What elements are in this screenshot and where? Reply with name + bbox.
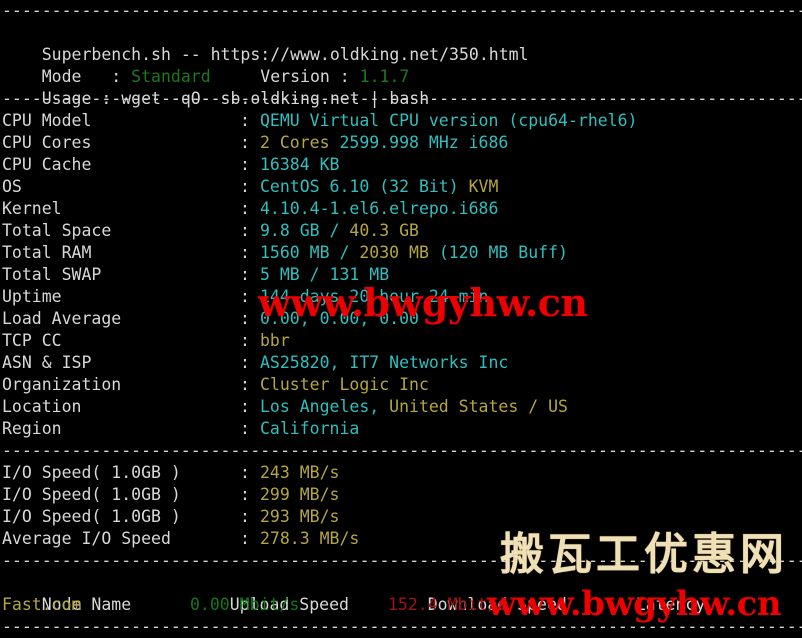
separator-top: ----------------------------------------… bbox=[2, 1, 802, 20]
speedtest-node-name: Fast.com bbox=[2, 595, 82, 614]
io-speed-label: Average I/O Speed bbox=[2, 529, 171, 548]
header-title-line: Superbench.sh -- https://www.oldking.net… bbox=[0, 22, 802, 64]
io-speed-label: I/O Speed( 1.0GB ) bbox=[2, 485, 181, 504]
info-row: Kernel:4.10.4-1.el6.elrepo.i686 bbox=[0, 198, 802, 220]
info-row-value-primary: 144 days 20 hour 24 min bbox=[260, 287, 489, 306]
header-usage-line: Usage : wget -qO- sb.oldking.net | bash bbox=[0, 66, 802, 108]
info-row: Total Space:9.8 GB / 40.3 GB bbox=[0, 220, 802, 242]
info-row-colon: : bbox=[240, 199, 250, 218]
system-info-block: CPU Model: QEMU Virtual CPU version (cpu6… bbox=[0, 110, 802, 440]
info-row-label: CPU Cache bbox=[2, 155, 92, 174]
info-row-value-primary: QEMU Virtual CPU version (cpu64-rhel6) bbox=[260, 111, 638, 130]
info-row-label: OS bbox=[2, 177, 22, 196]
info-row-colon: : bbox=[240, 265, 250, 284]
info-row-colon: : bbox=[240, 353, 250, 372]
info-row: TCP CC: bbr bbox=[0, 330, 802, 352]
speedtest-upload-speed: 0.00 Mbit/s bbox=[190, 595, 300, 614]
info-row-value-primary: 9.8 GB / bbox=[260, 221, 350, 240]
info-row-label: Organization bbox=[2, 375, 122, 394]
io-speed-row: I/O Speed( 1.0GB ):293 MB/s bbox=[0, 506, 802, 528]
info-row-label: Location bbox=[2, 397, 82, 416]
info-row-value-tertiary: (120 MB Buff) bbox=[428, 243, 568, 262]
info-row: Organization: Cluster Logic Inc bbox=[0, 374, 802, 396]
info-row-label: CPU Cores bbox=[2, 133, 92, 152]
info-row-value-primary: 1560 MB / bbox=[260, 243, 360, 262]
io-speed-label: I/O Speed( 1.0GB ) bbox=[2, 463, 181, 482]
info-row-colon: : bbox=[240, 375, 250, 394]
info-row-label: CPU Model bbox=[2, 111, 92, 130]
info-row: Region: California bbox=[0, 418, 802, 440]
info-row: ASN & ISP: AS25820, IT7 Networks Inc bbox=[0, 352, 802, 374]
info-row-value-secondary: KVM bbox=[468, 177, 499, 196]
io-speed-value: 278.3 MB/s bbox=[260, 529, 360, 548]
info-row-colon: : bbox=[240, 309, 250, 328]
info-row-value-secondary: 2599.998 MHz i686 bbox=[339, 133, 509, 152]
info-row-colon: : bbox=[240, 133, 250, 152]
info-row-label: TCP CC bbox=[2, 331, 62, 350]
info-row-label: Total RAM bbox=[2, 243, 92, 262]
info-row-value-primary: 16384 KB bbox=[260, 155, 340, 174]
info-row-value-primary: 2 Cores bbox=[260, 133, 340, 152]
header-mode-line: Mode : Standard Version : 1.1.7 bbox=[0, 44, 802, 86]
info-row-colon: : bbox=[240, 331, 250, 350]
info-row-label: Load Average bbox=[2, 309, 122, 328]
info-row-colon: : bbox=[240, 177, 250, 196]
info-row-value-secondary: 2030 MB bbox=[359, 243, 429, 262]
io-speed-value: 293 MB/s bbox=[260, 507, 340, 526]
info-row-value-primary: 5 MB / 131 MB bbox=[260, 265, 390, 284]
info-row-label: Total Space bbox=[2, 221, 112, 240]
info-row-value-primary: AS25820, IT7 Networks Inc bbox=[260, 353, 509, 372]
speedtest-row: Fast.com 0.00 Mbit/s 152.4 Mbit/s bbox=[0, 594, 802, 616]
terminal-window: ----------------------------------------… bbox=[0, 0, 802, 636]
io-speed-row: Average I/O Speed:278.3 MB/s bbox=[0, 528, 802, 550]
info-row: Uptime:144 days 20 hour 24 min bbox=[0, 286, 802, 308]
info-row: Total SWAP:5 MB / 131 MB bbox=[0, 264, 802, 286]
info-row-value-primary: California bbox=[260, 419, 360, 438]
info-row-value-secondary: United States / US bbox=[389, 397, 568, 416]
info-row-label: Kernel bbox=[2, 199, 62, 218]
io-speed-row: I/O Speed( 1.0GB ):299 MB/s bbox=[0, 484, 802, 506]
info-row: CPU Cache:16384 KB bbox=[0, 154, 802, 176]
separator-before-speedtest: ----------------------------------------… bbox=[2, 551, 802, 570]
io-speed-colon: : bbox=[240, 529, 250, 548]
info-row-colon: : bbox=[240, 287, 250, 306]
usage-text: Usage : wget -qO- sb.oldking.net | bash bbox=[41, 89, 430, 108]
info-row-colon: : bbox=[240, 111, 250, 130]
info-row-colon: : bbox=[240, 155, 250, 174]
io-speed-colon: : bbox=[240, 485, 250, 504]
info-row: CPU Model: QEMU Virtual CPU version (cpu6… bbox=[0, 110, 802, 132]
speedtest-download-speed: 152.4 Mbit/s bbox=[388, 595, 508, 614]
io-speed-colon: : bbox=[240, 507, 250, 526]
io-speed-block: I/O Speed( 1.0GB ):243 MB/s I/O Speed( 1.… bbox=[0, 462, 802, 550]
io-speed-colon: : bbox=[240, 463, 250, 482]
info-row-label: ASN & ISP bbox=[2, 353, 92, 372]
info-row-label: Region bbox=[2, 419, 62, 438]
info-row-colon: : bbox=[240, 221, 250, 240]
info-row-value-primary: bbr bbox=[260, 331, 290, 350]
speedtest-header-row: Node Name Upload Speed Download Speed Laten… bbox=[0, 572, 802, 614]
info-row: OS: CentOS 6.10 (32 Bit) KVM bbox=[0, 176, 802, 198]
io-speed-label: I/O Speed( 1.0GB ) bbox=[2, 507, 181, 526]
io-speed-value: 243 MB/s bbox=[260, 463, 340, 482]
info-row-colon: : bbox=[240, 243, 250, 262]
info-row: Location: Los Angeles, United States / US bbox=[0, 396, 802, 418]
info-row-value-primary: 0.00, 0.00, 0.00 bbox=[260, 309, 419, 328]
info-row: Load Average:0.00, 0.00, 0.00 bbox=[0, 308, 802, 330]
info-row-value-primary: Cluster Logic Inc bbox=[260, 375, 429, 394]
info-row-label: Total SWAP bbox=[2, 265, 102, 284]
info-row-value-primary: CentOS 6.10 (32 Bit) bbox=[260, 177, 469, 196]
separator-before-io: ----------------------------------------… bbox=[2, 441, 802, 460]
io-speed-value: 299 MB/s bbox=[260, 485, 340, 504]
io-speed-row: I/O Speed( 1.0GB ):243 MB/s bbox=[0, 462, 802, 484]
info-row: CPU Cores:2 Cores 2599.998 MHz i686 bbox=[0, 132, 802, 154]
info-row-value-primary: 4.10.4-1.el6.elrepo.i686 bbox=[260, 199, 499, 218]
info-row: Total RAM:1560 MB / 2030 MB (120 MB Buff… bbox=[0, 242, 802, 264]
info-row-label: Uptime bbox=[2, 287, 62, 306]
info-row-value-secondary: 40.3 GB bbox=[349, 221, 419, 240]
info-row-colon: : bbox=[240, 419, 250, 438]
info-row-colon: : bbox=[240, 397, 250, 416]
speedtest-rows-block: Fast.com 0.00 Mbit/s 152.4 Mbit/s bbox=[0, 594, 802, 616]
info-row-value-primary: Los Angeles, bbox=[260, 397, 390, 416]
separator-bottom: ----------------------------------------… bbox=[2, 617, 802, 636]
